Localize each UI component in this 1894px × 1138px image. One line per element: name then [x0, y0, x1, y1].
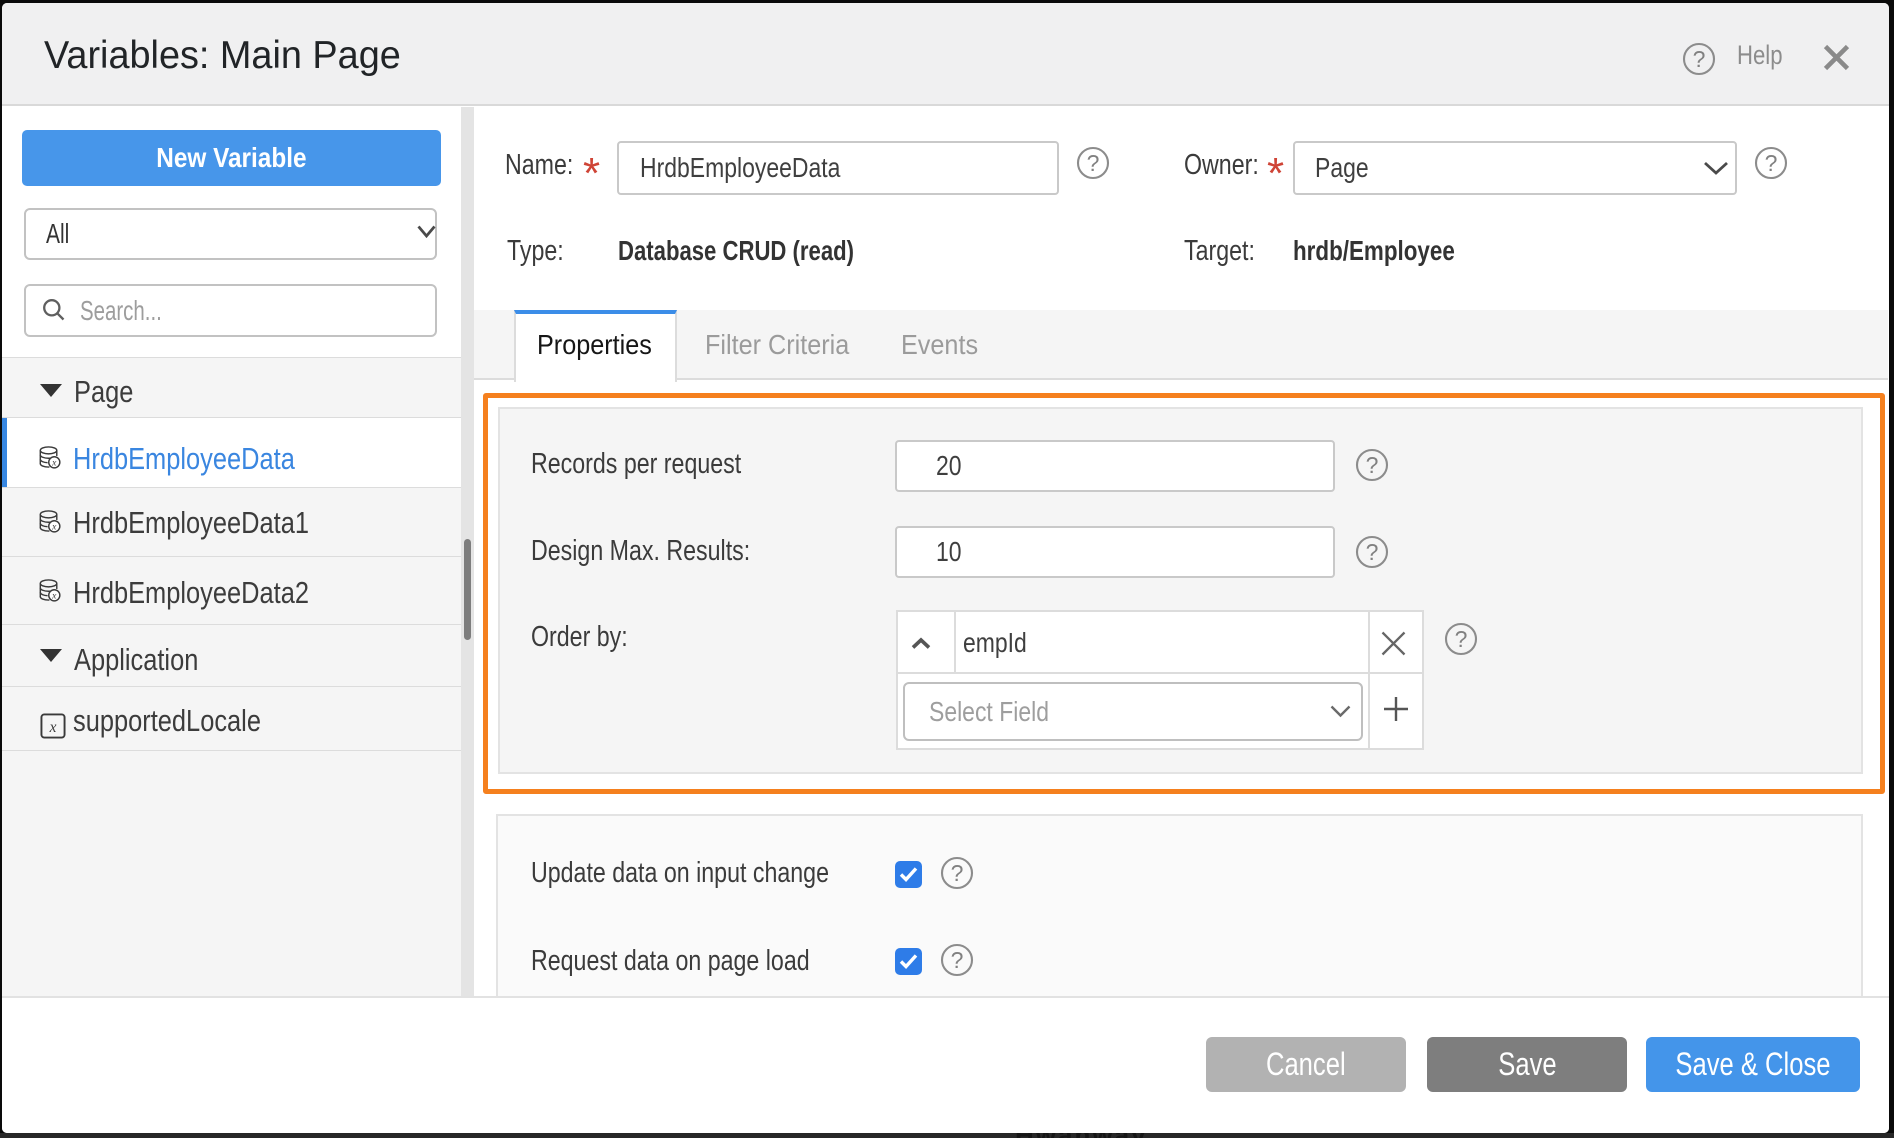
svg-text:x: x: [49, 719, 57, 736]
